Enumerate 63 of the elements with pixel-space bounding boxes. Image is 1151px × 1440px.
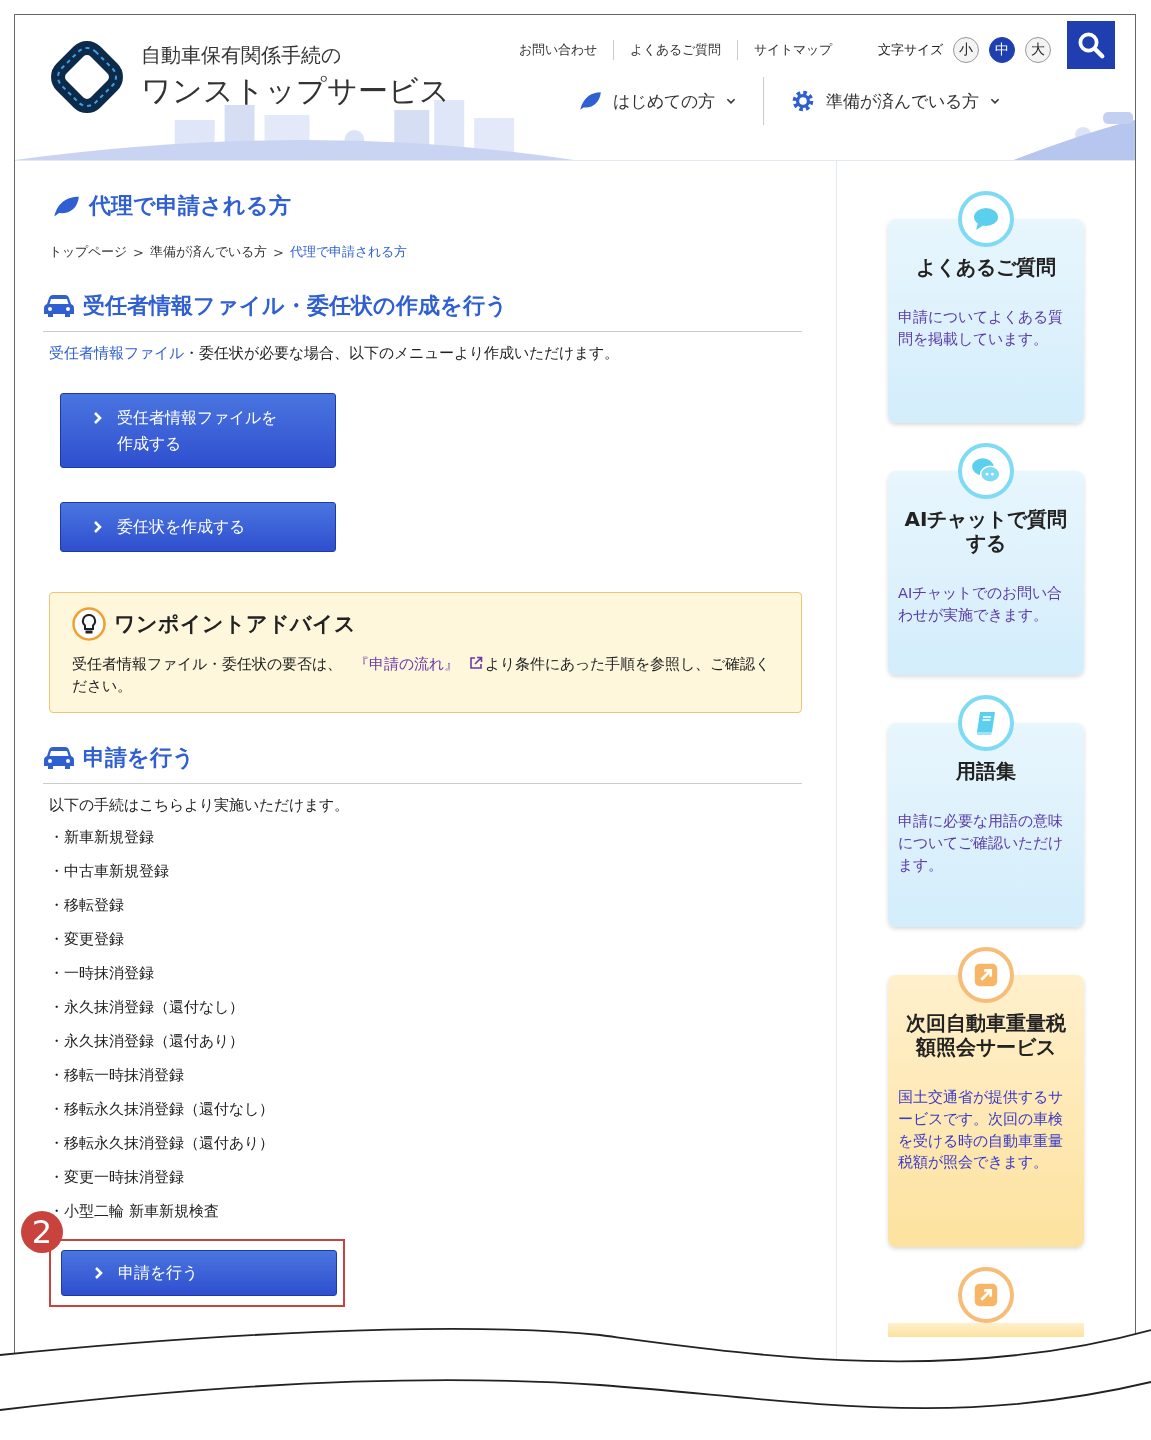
nav-menu[interactable]: はじめての方 [577, 88, 737, 114]
sidebar-card[interactable]: AIチャットで質問する AIチャットでのお問い合わせが実施できます。 [888, 471, 1084, 675]
card-title: AIチャットで質問する [903, 507, 1069, 555]
font-size-label: 文字サイズ [878, 41, 943, 59]
card-description: 国土交通省が提供するサービスです。次回の車検を受ける時の自動車重量税額が照会できます。 [898, 1088, 1064, 1173]
gear-icon [790, 88, 816, 114]
chevron-icon [93, 520, 103, 535]
procedure-item: ・移転永久抹消登録（還付なし） [49, 1098, 275, 1120]
external-link-icon [972, 961, 1000, 989]
utility-link[interactable]: サイトマップ [754, 41, 832, 59]
card-description: AIチャットでのお問い合わせが実施できます。 [898, 584, 1064, 625]
search-button[interactable] [1067, 21, 1115, 69]
procedure-item: ・新車新規登録 [49, 826, 155, 848]
section-heading: 申請を行う [83, 743, 195, 772]
card-description: 申請に必要な用語の意味についてご確認いただけます。 [898, 812, 1064, 875]
breadcrumb-separator: > [272, 244, 284, 260]
procedure-item: ・変更登録 [49, 928, 125, 950]
procedure-item: ・永久抹消登録（還付あり） [49, 1030, 245, 1052]
font-size-button[interactable]: 中 [989, 37, 1015, 63]
page-title: 代理で申請される方 [89, 192, 291, 220]
car-icon [43, 745, 75, 770]
external-link-icon [469, 655, 483, 670]
card-title: 次回自動車重量税額照会サービス [905, 1011, 1067, 1059]
flow-link[interactable]: 『申請の流れ』 [354, 654, 459, 673]
intro-text: 受任者情報ファイル・委任状が必要な場合、以下のメニューより作成いただけます。 [49, 344, 620, 363]
procedure-item: ・変更一時抹消登録 [49, 1166, 185, 1188]
procedure-item: ・中古車新規登録 [49, 860, 170, 882]
chevron-icon [94, 1265, 104, 1280]
procedure-item: ・一時抹消登録 [49, 962, 155, 984]
card-title: よくあるご質問 [915, 255, 1057, 279]
breadcrumb-link[interactable]: 準備が済んでいる方 [149, 243, 267, 261]
procedure-item: ・移転一時抹消登録 [49, 1064, 185, 1086]
procedure-item: ・移転永久抹消登録（還付あり） [49, 1132, 275, 1154]
action-button[interactable]: 受任者情報ファイルを作成する [60, 393, 336, 469]
utility-link[interactable]: よくあるご質問 [630, 41, 721, 59]
font-size-button[interactable]: 大 [1025, 37, 1051, 63]
breadcrumb-link[interactable]: 代理で申請される方 [289, 243, 407, 261]
breadcrumb-separator: > [133, 244, 144, 260]
procedure-item: ・移転登録 [49, 894, 125, 916]
lightbulb-icon [72, 606, 106, 641]
external-link-icon [972, 1281, 1000, 1309]
card-title: 用語集 [955, 759, 1017, 783]
chevron-icon [93, 411, 103, 425]
car-icon [43, 294, 75, 318]
section-heading: 受任者情報ファイル・委任状の作成を行う [83, 292, 508, 320]
sidebar-card[interactable]: 次回自動車重量税額照会サービス 国土交通省が提供するサービスです。次回の車検を受ける時の自動車重量税額が照会できます。 [888, 975, 1084, 1247]
utility-link[interactable]: お問い合わせ [519, 41, 597, 59]
intro-text: 以下の手続はこちらより実施いただけます。 [49, 795, 350, 815]
advice-text: 受任者情報ファイル・委任状の要否は、 『申請の流れ』 より条件にあった手順を参照し、ご確認ください。 [72, 653, 771, 698]
search-icon [1076, 30, 1106, 60]
font-size-button[interactable]: 小 [953, 37, 979, 63]
action-button[interactable]: 委任状を作成する [60, 502, 336, 552]
file-link[interactable]: 受任者情報ファイル [49, 344, 184, 362]
breadcrumb-link[interactable]: トップページ [49, 243, 127, 261]
card-description: 申請についてよくある質問を掲載しています。 [898, 308, 1064, 349]
logo-subtitle: 自動車保有関係手続の [141, 42, 342, 69]
procedure-item: ・永久抹消登録（還付なし） [49, 996, 245, 1018]
logo-title: ワンストップサービス [141, 72, 450, 110]
apply-button[interactable]: 申請を行う [61, 1249, 337, 1296]
sidebar-card[interactable]: よくあるご質問 申請についてよくある質問を掲載しています。 [888, 219, 1084, 423]
advice-title: ワンポイントアドバイス [114, 610, 356, 638]
sidebar-card[interactable]: 用語集 申請に必要な用語の意味についてご確認いただけます。 [888, 723, 1084, 927]
nav-menu[interactable]: 準備が済んでいる方 [790, 88, 1001, 114]
